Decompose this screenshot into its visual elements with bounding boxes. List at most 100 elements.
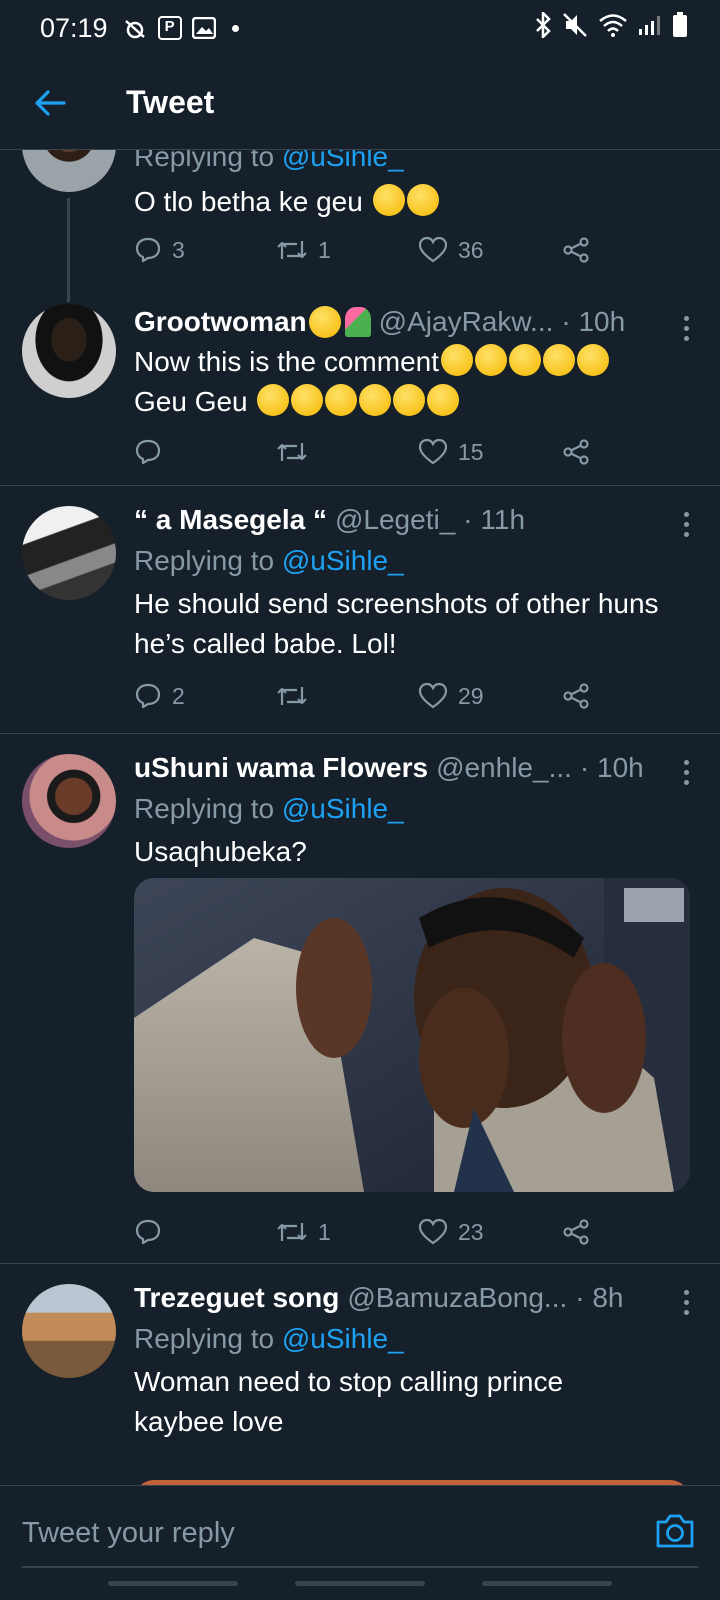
user-handle[interactable]: @Legeti_ — [335, 500, 455, 540]
replying-to: Replying to @uSihle_ — [134, 545, 404, 576]
gallery-icon — [191, 17, 216, 39]
vertical-dots-icon — [683, 316, 689, 321]
tweet-item[interactable]: uShuni wama Flowers @enhle_... · 10h Rep… — [0, 734, 720, 1264]
like-button[interactable]: 23 — [418, 1218, 484, 1246]
heart-icon — [418, 682, 448, 709]
reply-feed[interactable]: Replying to @uSihle_ O tlo betha ke geu … — [0, 150, 720, 1485]
arrow-left-icon — [35, 89, 66, 116]
top-app-bar: Tweet — [0, 56, 720, 150]
tweet-text: He should send screenshots of other huns… — [134, 588, 659, 659]
more-options-button[interactable] — [676, 316, 696, 341]
vertical-dots-icon — [683, 512, 689, 517]
reply-button[interactable]: 3 — [134, 236, 185, 264]
tweet-actions: 15 — [134, 432, 604, 472]
mention-link[interactable]: @uSihle_ — [282, 793, 404, 824]
more-options-button[interactable] — [676, 1290, 696, 1315]
retweet-button[interactable] — [276, 439, 318, 465]
retweet-button[interactable]: 1 — [276, 237, 331, 264]
tweet-item[interactable]: Grootwoman @AjayRakw... · 10h Now this i… — [0, 286, 720, 486]
wifi-icon — [598, 13, 628, 44]
like-button[interactable]: 15 — [418, 438, 484, 466]
nav-home-button[interactable] — [294, 1581, 425, 1586]
speech-bubble-icon — [135, 1219, 161, 1245]
tweet-image[interactable] — [134, 878, 690, 1192]
avatar[interactable] — [22, 150, 116, 192]
reply-composer — [0, 1485, 720, 1600]
like-button[interactable]: 29 — [418, 682, 484, 710]
mention-link[interactable]: @uSihle_ — [282, 1323, 404, 1354]
share-icon — [563, 683, 589, 709]
mention-link[interactable]: @uSihle_ — [282, 150, 404, 172]
page-title: Tweet — [126, 84, 215, 120]
reply-button[interactable] — [134, 438, 172, 466]
status-bar: 07:19 P — [0, 0, 720, 56]
mute-icon — [562, 12, 588, 45]
sob-emoji-icon — [257, 384, 290, 416]
user-handle[interactable]: @BamuzaBong... — [347, 1278, 567, 1318]
reply-input[interactable] — [22, 1508, 642, 1558]
share-icon — [563, 1219, 589, 1245]
tweet-header: “ a Masegela “ @Legeti_ · 11h — [134, 500, 696, 540]
reply-button[interactable]: 2 — [134, 682, 185, 710]
replying-to: Replying to @uSihle_ — [134, 1323, 404, 1354]
crying-cat-emoji-icon — [475, 344, 507, 376]
more-options-button[interactable] — [676, 760, 696, 785]
tweet-time: · 10h — [579, 752, 644, 783]
joy-emoji-icon — [393, 384, 426, 416]
speech-bubble-icon — [135, 439, 161, 465]
battery-icon — [672, 11, 688, 45]
joy-emoji-icon — [543, 344, 575, 376]
share-button[interactable] — [562, 438, 600, 466]
display-name[interactable]: Grootwoman — [134, 302, 307, 342]
tweet-actions: 1 23 — [134, 1212, 604, 1252]
tweet-actions: 2 29 — [134, 676, 604, 716]
rofl-emoji-icon — [359, 384, 392, 416]
retweet-button[interactable] — [276, 683, 318, 709]
heart-icon — [418, 236, 448, 263]
user-handle[interactable]: @AjayRakw... — [379, 302, 554, 342]
nav-recents-button[interactable] — [108, 1581, 239, 1586]
display-name[interactable]: “ a Masegela “ — [134, 500, 327, 540]
share-button[interactable] — [562, 682, 600, 710]
mention-link[interactable]: @uSihle_ — [282, 545, 404, 576]
tweet-header: uShuni wama Flowers @enhle_... · 10h — [134, 748, 696, 788]
tweet-text: O tlo betha ke geu — [134, 182, 696, 222]
more-options-button[interactable] — [676, 512, 696, 537]
avatar[interactable] — [22, 1284, 116, 1378]
retweet-icon — [277, 443, 307, 461]
vertical-dots-icon — [683, 1290, 689, 1295]
tweet-item[interactable]: Trezeguet song @BamuzaBong... · 8h Reply… — [0, 1264, 720, 1485]
back-button[interactable] — [20, 73, 80, 133]
input-underline — [22, 1566, 698, 1568]
joy-emoji-icon — [509, 344, 541, 376]
reply-button[interactable] — [134, 1218, 172, 1246]
retweet-button[interactable]: 1 — [276, 1219, 331, 1246]
sunglasses-emoji-icon — [308, 306, 341, 338]
like-button[interactable]: 36 — [418, 236, 484, 264]
status-time: 07:19 — [40, 12, 108, 43]
data-saver-icon — [122, 17, 148, 39]
tweet-text: Usaqhubeka? — [134, 836, 307, 867]
heart-icon — [418, 438, 448, 465]
replying-to: Replying to @uSihle_ — [134, 150, 696, 178]
nav-back-button[interactable] — [481, 1581, 612, 1586]
camera-button[interactable] — [652, 1508, 698, 1554]
display-name[interactable]: uShuni wama Flowers — [134, 748, 428, 788]
tweet-item[interactable]: “ a Masegela “ @Legeti_ · 11h Replying t… — [0, 486, 720, 734]
rofl-emoji-icon — [372, 184, 405, 216]
vertical-dots-icon — [683, 760, 689, 765]
camera-icon — [656, 1514, 694, 1548]
sob-emoji-icon — [291, 384, 324, 416]
share-button[interactable] — [562, 236, 600, 264]
tweet-actions: 3 1 36 — [134, 230, 604, 270]
retweet-icon — [277, 241, 307, 259]
signal-icon — [638, 13, 662, 44]
display-name[interactable]: Trezeguet song — [134, 1278, 339, 1318]
user-handle[interactable]: @enhle_... — [436, 748, 572, 788]
share-button[interactable] — [562, 1218, 600, 1246]
avatar[interactable] — [22, 506, 116, 600]
avatar[interactable] — [22, 304, 116, 398]
avatar[interactable] — [22, 754, 116, 848]
tweet-text: Now this is the comment Geu Geu — [134, 342, 696, 422]
rofl-emoji-icon — [427, 384, 460, 416]
